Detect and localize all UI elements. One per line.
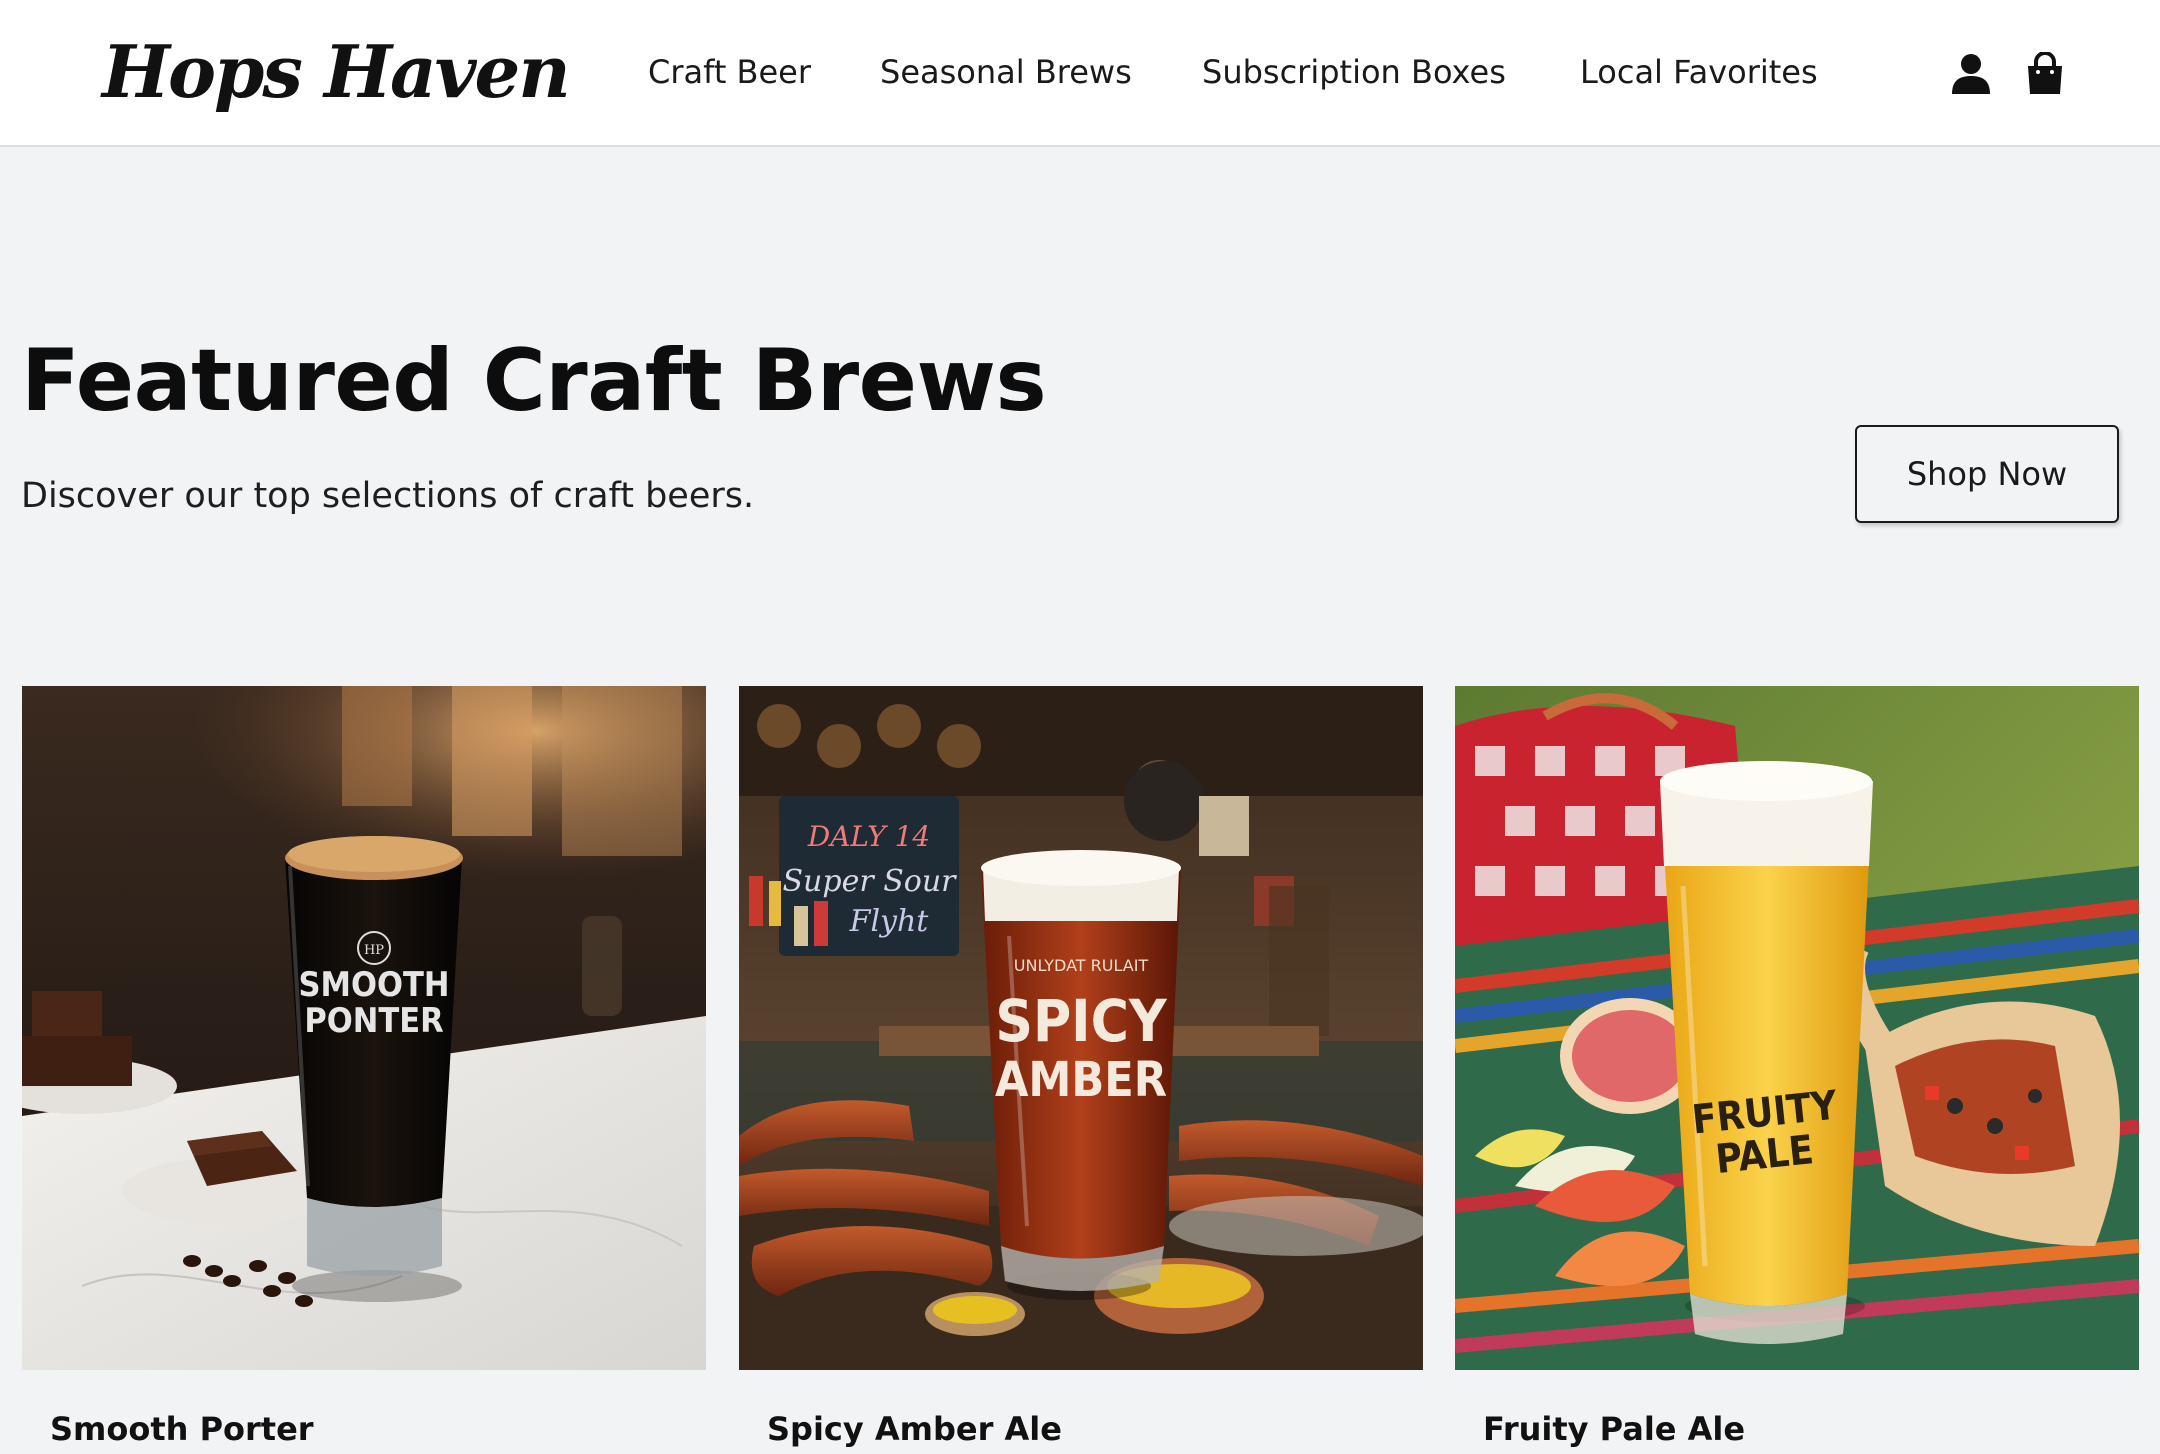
product-card-fruity-pale-ale[interactable]: FRUITY PALE Fruity Pale Ale xyxy=(1455,686,2139,1448)
product-title[interactable]: Smooth Porter xyxy=(50,1404,314,1454)
nav-item-seasonal-brews[interactable]: Seasonal Brews xyxy=(880,47,1132,97)
glass-label-line-2: PONTER xyxy=(304,1001,443,1041)
chalkboard-line-1: DALY 14 xyxy=(807,820,931,853)
product-title[interactable]: Spicy Amber Ale xyxy=(767,1404,1062,1454)
product-card-smooth-porter[interactable]: HP SMOOTH PONTER Smooth Porter xyxy=(22,686,706,1448)
site-header: Hops Haven Craft Beer Seasonal Brews Sub… xyxy=(0,0,2160,147)
glass-label-line-1: SPICY xyxy=(995,987,1168,1055)
hero-title: Featured Craft Brews xyxy=(21,331,1047,431)
nav-item-craft-beer[interactable]: Craft Beer xyxy=(648,47,811,97)
glass-label-line-1: SMOOTH xyxy=(299,965,450,1005)
glass-label-line-2: AMBER xyxy=(995,1052,1167,1108)
chalkboard-line-3: Flyht xyxy=(849,904,930,939)
shopping-bag-icon[interactable] xyxy=(2024,52,2066,96)
product-image-spicy-amber-ale[interactable]: DALY 14 Super Sour Flyht UNLYDAT RULAIT … xyxy=(739,686,1423,1370)
product-card-spicy-amber-ale[interactable]: DALY 14 Super Sour Flyht UNLYDAT RULAIT … xyxy=(739,686,1423,1448)
product-image-fruity-pale-ale[interactable]: FRUITY PALE xyxy=(1455,686,2139,1370)
glass-crest: HP xyxy=(364,943,384,958)
shop-now-button[interactable]: Shop Now xyxy=(1855,425,2119,523)
user-icon[interactable] xyxy=(1950,52,1992,96)
nav-item-subscription-boxes[interactable]: Subscription Boxes xyxy=(1202,47,1506,97)
chalkboard-line-2: Super Sour xyxy=(783,864,958,899)
nav-item-local-favorites[interactable]: Local Favorites xyxy=(1580,47,1818,97)
hero-subtitle: Discover our top selections of craft bee… xyxy=(21,476,755,516)
product-image-smooth-porter[interactable]: HP SMOOTH PONTER xyxy=(22,686,706,1370)
glass-arc-text: UNLYDAT RULAIT xyxy=(1014,956,1149,975)
product-title[interactable]: Fruity Pale Ale xyxy=(1483,1404,1745,1454)
main-nav: Craft Beer Seasonal Brews Subscription B… xyxy=(0,0,2160,147)
